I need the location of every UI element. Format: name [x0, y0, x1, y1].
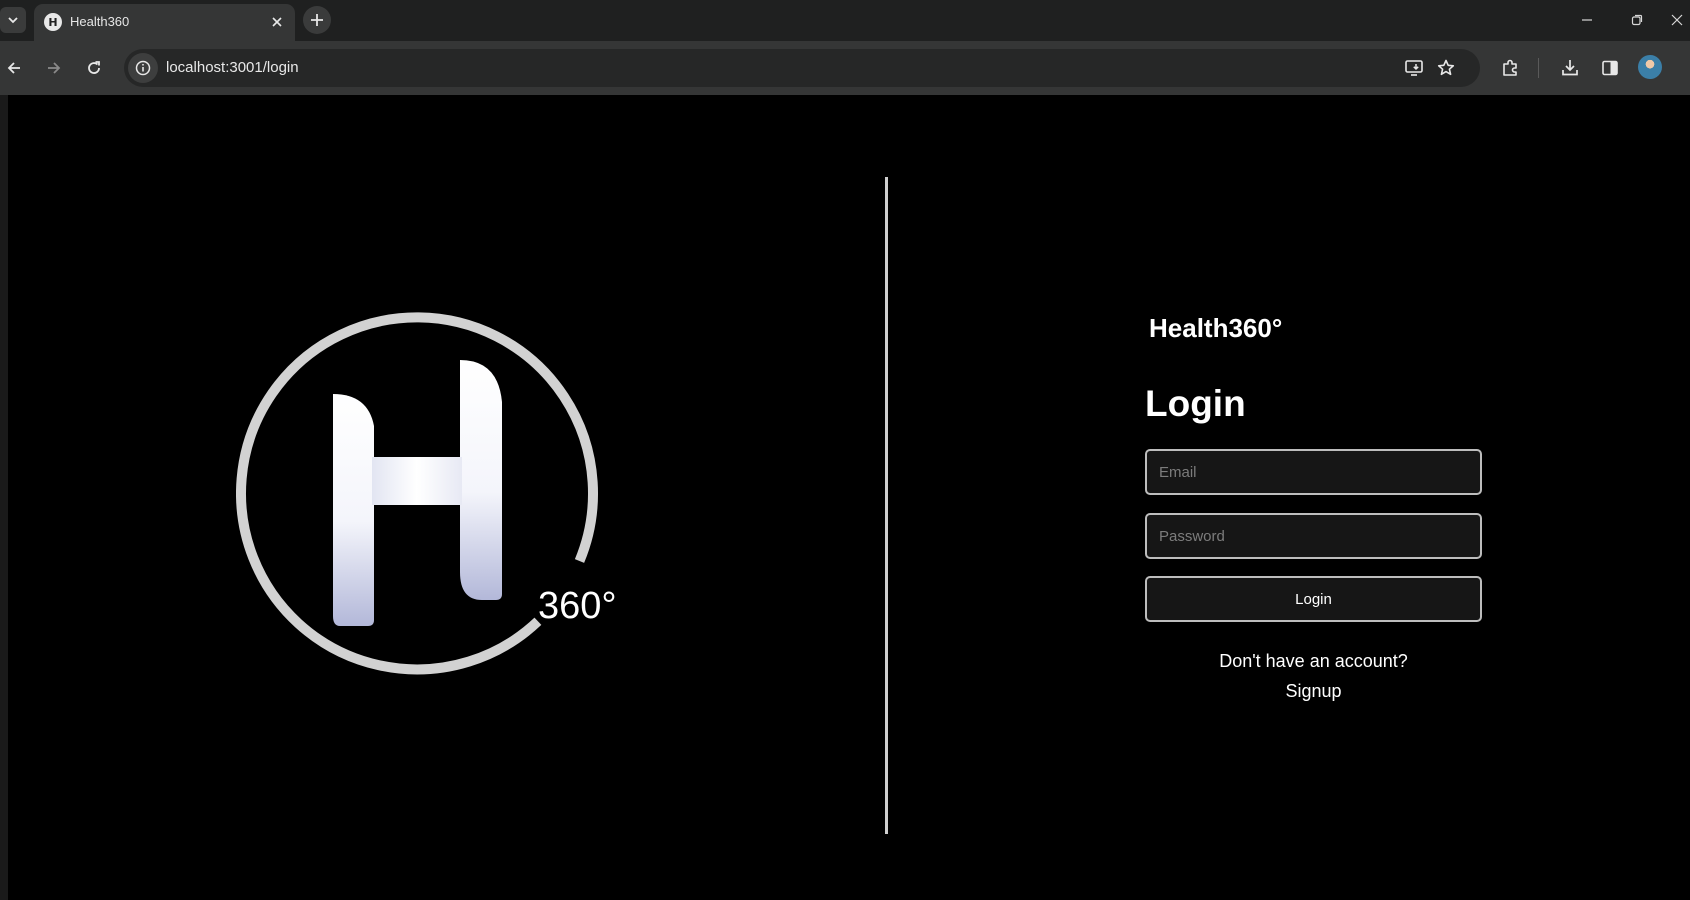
restore-button[interactable] [1624, 8, 1650, 32]
reload-button[interactable] [80, 54, 108, 82]
vertical-divider [885, 177, 888, 834]
install-app-button[interactable] [1402, 56, 1426, 80]
puzzle-icon [1503, 59, 1517, 76]
info-icon [135, 60, 151, 76]
chevron-down-icon [8, 17, 18, 24]
signup-link[interactable]: Signup [1145, 681, 1482, 702]
download-icon [1562, 60, 1578, 76]
no-account-text: Don't have an account? [1219, 651, 1408, 671]
arrow-left-icon [7, 62, 20, 74]
minimize-button[interactable] [1574, 8, 1600, 32]
plus-icon [311, 14, 323, 26]
window-left-edge [0, 95, 8, 900]
window-close-button[interactable] [1664, 8, 1690, 32]
logo-h-right-bar [460, 360, 502, 600]
tab-title: Health360 [70, 14, 130, 29]
login-page: 360° Health360° Login Login Don't have a… [8, 95, 1690, 900]
extensions-button[interactable] [1497, 55, 1523, 81]
downloads-button[interactable] [1557, 55, 1583, 81]
minimize-icon [1582, 19, 1592, 21]
tab-health360[interactable]: H Health360 [34, 4, 295, 41]
logo-h-left-bar [333, 394, 374, 626]
tab-search-button[interactable] [0, 7, 26, 33]
new-tab-button[interactable] [303, 6, 331, 34]
side-panel-icon [1602, 60, 1618, 76]
tab-strip: H Health360 [0, 0, 1690, 41]
forward-button[interactable] [40, 54, 68, 82]
bookmark-button[interactable] [1434, 56, 1458, 80]
toolbar-separator [1538, 58, 1539, 78]
address-bar[interactable]: localhost:3001/login [124, 49, 1480, 87]
star-icon [1437, 59, 1455, 76]
site-info-button[interactable] [128, 53, 158, 83]
logo-h-crossbar [372, 457, 462, 505]
health360-logo: 360° [236, 312, 617, 675]
back-button[interactable] [0, 54, 28, 82]
logo-360-text: 360° [538, 585, 617, 627]
brand-title: Health360° [1149, 313, 1283, 343]
reload-icon [88, 61, 100, 74]
tab-close-button[interactable] [267, 12, 287, 32]
close-icon [272, 17, 282, 27]
profile-avatar[interactable] [1638, 55, 1662, 79]
install-icon [1405, 60, 1423, 76]
arrow-right-icon [48, 62, 61, 74]
restore-icon [1631, 14, 1643, 26]
login-button[interactable]: Login [1145, 576, 1482, 622]
tab-favicon-icon: H [44, 13, 62, 31]
close-icon [1671, 14, 1683, 26]
password-input[interactable] [1145, 513, 1482, 559]
url-text: localhost:3001/login [166, 59, 299, 76]
browser-toolbar: localhost:3001/login [0, 41, 1690, 95]
side-panel-button[interactable] [1597, 55, 1623, 81]
login-heading: Login [1145, 383, 1246, 424]
email-input[interactable] [1145, 449, 1482, 495]
